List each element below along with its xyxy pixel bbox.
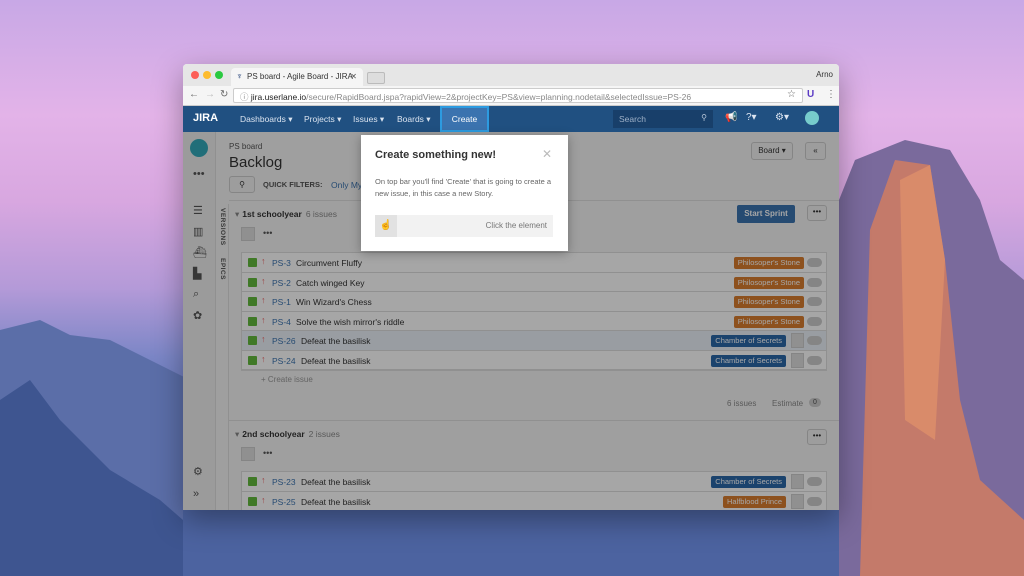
- back-icon[interactable]: ←: [189, 89, 199, 100]
- jira-favicon-icon: ♆: [236, 71, 243, 81]
- tour-popup: Create something new! ✕ On top bar you'l…: [361, 135, 568, 251]
- tab-bar: ♆ PS board - Agile Board - JIRA ✕ Arno: [183, 64, 839, 86]
- close-tab-icon[interactable]: ✕: [350, 72, 357, 81]
- settings-gear-icon[interactable]: ⚙▾: [775, 112, 789, 123]
- popup-body: On top bar you'll find 'Create' that is …: [375, 177, 552, 198]
- extension-icon[interactable]: U: [807, 89, 814, 100]
- hand-pointer-icon: ☝: [375, 215, 397, 237]
- minimize-window-button[interactable]: [203, 71, 211, 79]
- jira-top-bar: JIRA Dashboards ▾ Projects ▾ Issues ▾ Bo…: [183, 106, 839, 132]
- popup-title: Create something new!: [375, 149, 497, 161]
- browser-menu-icon[interactable]: ⋮: [826, 89, 836, 100]
- menu-projects[interactable]: Projects ▾: [304, 114, 341, 125]
- maximize-window-button[interactable]: [215, 71, 223, 79]
- help-icon[interactable]: ?▾: [746, 112, 757, 123]
- new-tab-button[interactable]: [367, 72, 385, 84]
- address-bar-row: ← → ↻ ⓘ jira.userlane.io/secure/RapidBoa…: [183, 86, 839, 106]
- menu-boards[interactable]: Boards ▾: [397, 114, 431, 125]
- reload-icon[interactable]: ↻: [220, 89, 228, 100]
- menu-dashboards[interactable]: Dashboards ▾: [240, 114, 292, 125]
- create-button[interactable]: Create: [440, 106, 489, 132]
- browser-window: ♆ PS board - Agile Board - JIRA ✕ Arno ←…: [183, 64, 839, 510]
- menu-issues[interactable]: Issues ▾: [353, 114, 384, 125]
- profile-name[interactable]: Arno: [816, 70, 833, 79]
- click-element-text: Click the element: [485, 221, 547, 230]
- tab-title: PS board - Agile Board - JIRA: [247, 72, 353, 81]
- url-path: /secure/RapidBoard.jspa?rapidView=2&proj…: [306, 92, 692, 102]
- url-input[interactable]: ⓘ jira.userlane.io/secure/RapidBoard.jsp…: [233, 88, 803, 103]
- forward-icon[interactable]: →: [205, 89, 215, 100]
- close-icon[interactable]: ✕: [542, 147, 552, 161]
- close-window-button[interactable]: [191, 71, 199, 79]
- url-host: jira.userlane.io: [250, 92, 307, 102]
- notifications-megaphone-icon[interactable]: 📢: [725, 112, 737, 123]
- bookmark-star-icon[interactable]: ☆: [787, 89, 796, 100]
- jira-logo[interactable]: JIRA: [193, 112, 218, 124]
- click-element-hint: ☝ Click the element: [375, 215, 553, 237]
- info-icon: ⓘ: [240, 92, 251, 102]
- user-avatar[interactable]: [805, 111, 819, 125]
- search-placeholder: Search: [619, 114, 646, 124]
- search-input[interactable]: Search ⚲: [613, 110, 713, 128]
- search-icon: ⚲: [701, 113, 707, 122]
- browser-tab[interactable]: ♆ PS board - Agile Board - JIRA ✕: [231, 68, 363, 86]
